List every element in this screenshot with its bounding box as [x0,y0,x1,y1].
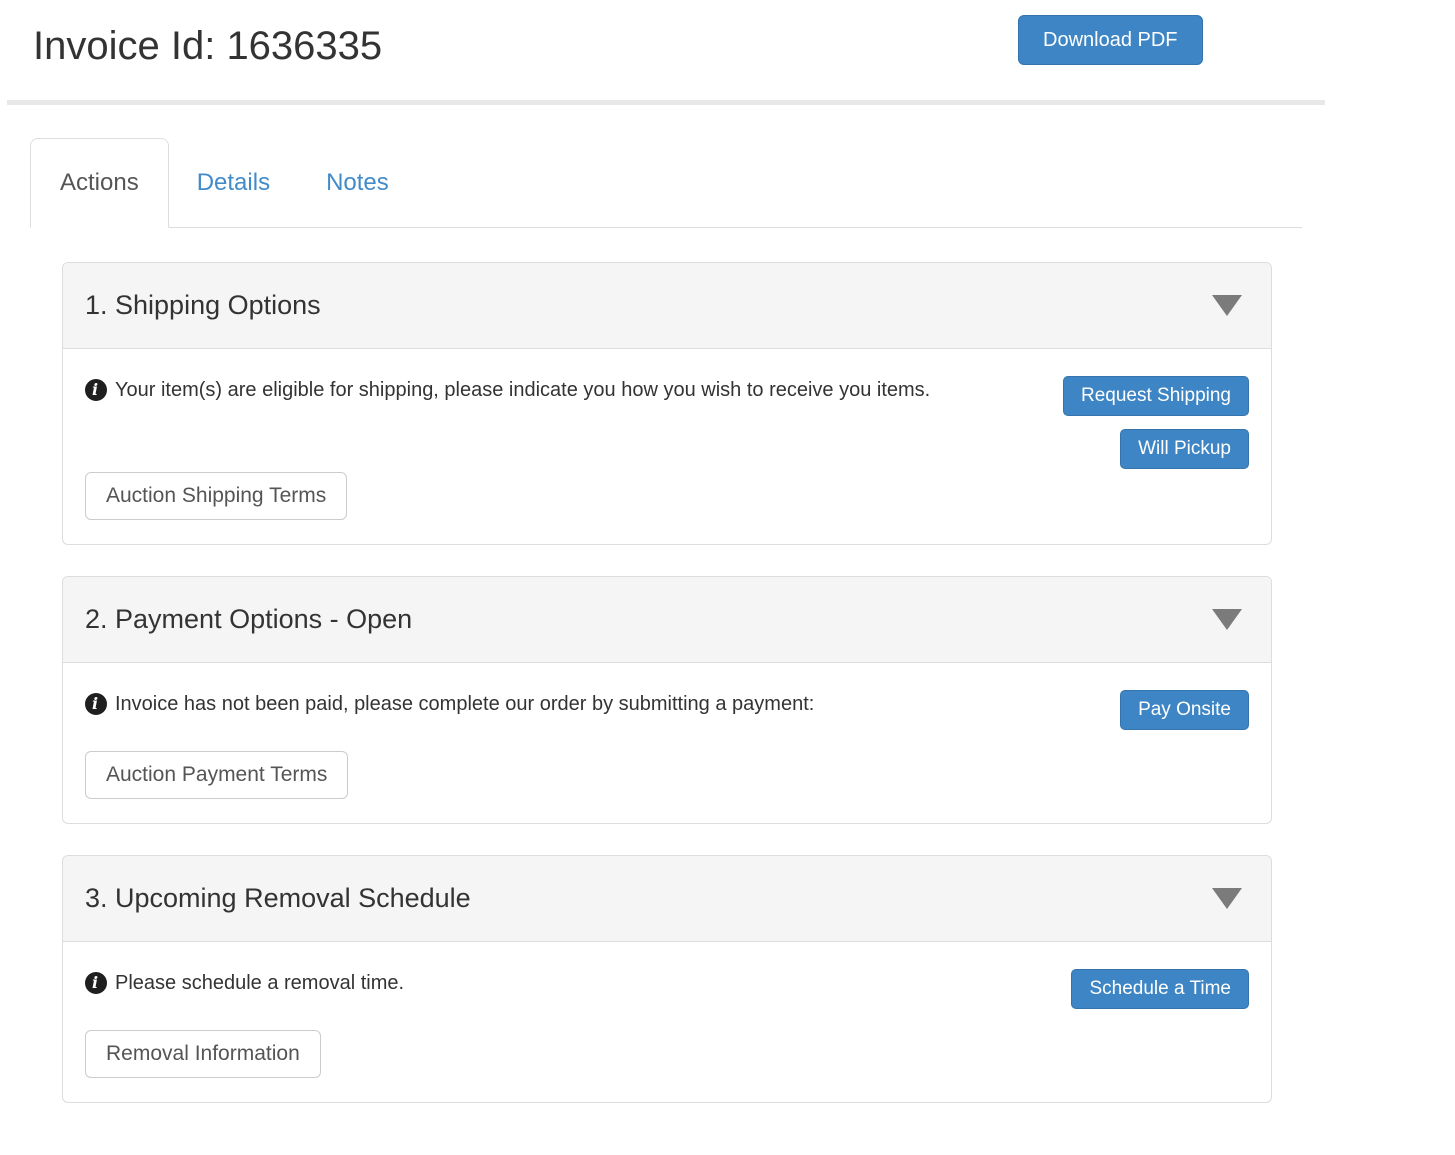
pay-onsite-button[interactable]: Pay Onsite [1120,690,1249,730]
panel-shipping-options: 1. Shipping Options i Your item(s) are e… [62,262,1272,545]
panel-title: 3. Upcoming Removal Schedule [85,883,471,914]
panel-payment-options-body: i Invoice has not been paid, please comp… [63,663,1271,823]
schedule-a-time-button[interactable]: Schedule a Time [1071,969,1249,1009]
panel-removal-schedule-header[interactable]: 3. Upcoming Removal Schedule [63,856,1271,942]
download-pdf-button[interactable]: Download PDF [1018,15,1203,65]
auction-payment-terms-button[interactable]: Auction Payment Terms [85,751,348,799]
tab-notes[interactable]: Notes [298,138,417,227]
payment-action-buttons: Pay Onsite [1120,690,1249,730]
panel-title: 1. Shipping Options [85,290,321,321]
page-title: Invoice Id: 1636335 [33,24,382,69]
panel-shipping-options-header[interactable]: 1. Shipping Options [63,263,1271,349]
panel-payment-options-header[interactable]: 2. Payment Options - Open [63,577,1271,663]
actions-tab-content: 1. Shipping Options i Your item(s) are e… [62,262,1272,1103]
info-circle-icon: i [85,379,107,401]
panel-title: 2. Payment Options - Open [85,604,412,635]
info-message-text: Please schedule a removal time. [115,971,404,995]
panel-shipping-options-body: i Your item(s) are eligible for shipping… [63,349,1271,544]
tab-details[interactable]: Details [169,138,298,227]
removal-information-button[interactable]: Removal Information [85,1030,321,1078]
caret-down-icon [1212,609,1242,630]
info-message-text: Invoice has not been paid, please comple… [115,692,814,716]
caret-down-icon [1212,888,1242,909]
tab-bar: Actions Details Notes [30,138,1302,228]
panel-removal-schedule-body: i Please schedule a removal time. Schedu… [63,942,1271,1102]
panel-removal-schedule: 3. Upcoming Removal Schedule i Please sc… [62,855,1272,1103]
panel-payment-options: 2. Payment Options - Open i Invoice has … [62,576,1272,824]
tab-actions[interactable]: Actions [30,138,169,228]
auction-shipping-terms-button[interactable]: Auction Shipping Terms [85,472,347,520]
invoice-page: Invoice Id: 1636335 Download PDF Actions… [0,0,1455,1155]
shipping-action-buttons: Request Shipping Will Pickup [1063,376,1249,469]
request-shipping-button[interactable]: Request Shipping [1063,376,1249,416]
caret-down-icon [1212,295,1242,316]
header-divider [7,100,1325,105]
removal-action-buttons: Schedule a Time [1071,969,1249,1009]
payment-info-message: i Invoice has not been paid, please comp… [85,692,814,716]
info-message-text: Your item(s) are eligible for shipping, … [115,378,930,402]
info-circle-icon: i [85,693,107,715]
info-circle-icon: i [85,972,107,994]
removal-info-message: i Please schedule a removal time. [85,971,404,995]
will-pickup-button[interactable]: Will Pickup [1120,429,1249,469]
shipping-info-message: i Your item(s) are eligible for shipping… [85,378,930,402]
